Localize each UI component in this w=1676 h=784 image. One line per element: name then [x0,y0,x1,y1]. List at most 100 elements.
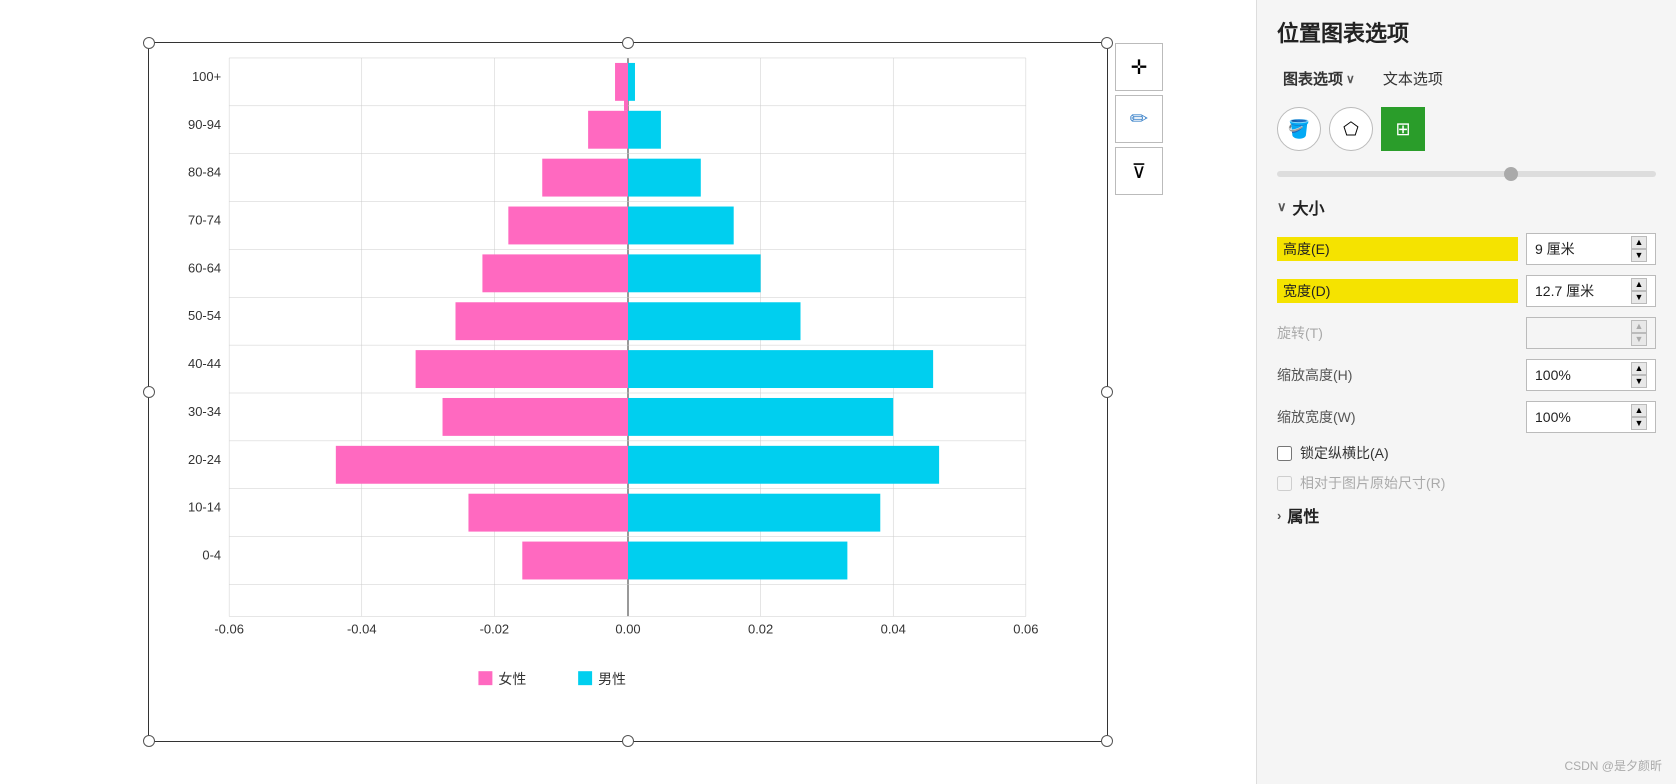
handle-tc[interactable] [622,37,634,49]
width-down-button[interactable]: ▼ [1631,291,1647,304]
handle-bl[interactable] [143,735,155,747]
rotation-row: 旋转(T) ▲ ▼ [1277,317,1656,349]
plus-icon: ✛ [1131,55,1148,80]
rotation-up-button[interactable]: ▲ [1631,320,1647,333]
chart-container: ✛ ✏ ⊽ [148,42,1108,742]
grid-layout-button[interactable]: ⊞ [1381,107,1425,151]
scale-width-value: 100% [1535,409,1627,425]
scale-width-up-button[interactable]: ▲ [1631,404,1647,417]
height-label: 高度(E) [1277,237,1518,261]
svg-text:70-74: 70-74 [188,212,221,227]
relative-size-row: 相对于图片原始尺寸(R) [1277,473,1656,493]
svg-text:0-4: 0-4 [202,548,221,563]
rotation-spinners: ▲ ▼ [1631,320,1647,346]
height-down-button[interactable]: ▼ [1631,249,1647,262]
svg-text:-0.02: -0.02 [480,621,510,636]
svg-text:女性: 女性 [498,671,526,687]
scale-width-value-box[interactable]: 100% ▲ ▼ [1526,401,1656,433]
width-value: 12.7 厘米 [1535,281,1627,301]
lock-ratio-checkbox[interactable] [1277,446,1292,461]
svg-text:0.00: 0.00 [615,621,640,636]
tab-row: 图表选项 ∨ 文本选项 [1277,64,1656,93]
handle-tl[interactable] [143,37,155,49]
svg-text:0.06: 0.06 [1013,621,1038,636]
brush-icon: ✏ [1130,106,1148,132]
svg-text:40-44: 40-44 [188,356,221,371]
height-value: 9 厘米 [1535,239,1627,259]
svg-text:20-24: 20-24 [188,452,221,467]
height-spinners: ▲ ▼ [1631,236,1647,262]
rotation-down-button[interactable]: ▼ [1631,333,1647,346]
left-panel: ✛ ✏ ⊽ [0,0,1256,784]
scale-height-value-box[interactable]: 100% ▲ ▼ [1526,359,1656,391]
handle-ml[interactable] [143,386,155,398]
svg-text:80-84: 80-84 [188,165,221,180]
relative-size-checkbox[interactable] [1277,476,1292,491]
svg-text:60-64: 60-64 [188,260,221,275]
watermark: CSDN @是夕颜昕 [1564,757,1662,774]
svg-text:30-34: 30-34 [188,404,221,419]
svg-text:0.02: 0.02 [748,621,773,636]
panel-title: 位置图表选项 [1277,16,1656,48]
size-section-header: ∨ 大小 [1277,195,1656,219]
height-up-button[interactable]: ▲ [1631,236,1647,249]
svg-text:90-94: 90-94 [188,117,221,132]
paint-bucket-icon: 🪣 [1288,119,1310,140]
size-section-arrow: ∨ [1277,199,1287,215]
svg-text:100+: 100+ [192,69,221,84]
handle-tr[interactable] [1101,37,1113,49]
height-row: 高度(E) 9 厘米 ▲ ▼ [1277,233,1656,265]
rotation-label: 旋转(T) [1277,323,1518,343]
attributes-section-header[interactable]: › 属性 [1277,503,1656,527]
scale-width-spinners: ▲ ▼ [1631,404,1647,430]
scale-height-row: 缩放高度(H) 100% ▲ ▼ [1277,359,1656,391]
filter-icon: ⊽ [1132,159,1147,184]
scale-height-up-button[interactable]: ▲ [1631,362,1647,375]
tab-chart-options[interactable]: 图表选项 ∨ [1277,64,1361,93]
svg-text:-0.04: -0.04 [347,621,377,636]
scale-height-down-button[interactable]: ▼ [1631,375,1647,388]
relative-size-label: 相对于图片原始尺寸(R) [1300,473,1445,493]
svg-text:10-14: 10-14 [188,500,221,515]
width-row: 宽度(D) 12.7 厘米 ▲ ▼ [1277,275,1656,307]
width-up-button[interactable]: ▲ [1631,278,1647,291]
scale-width-label: 缩放宽度(W) [1277,407,1518,427]
slider-track [1277,171,1656,177]
rotation-value-box[interactable]: ▲ ▼ [1526,317,1656,349]
size-section-label: 大小 [1293,195,1325,219]
scale-width-down-button[interactable]: ▼ [1631,417,1647,430]
pentagon-icon: ⬠ [1343,119,1359,140]
grid-icon: ⊞ [1395,119,1410,140]
width-label: 宽度(D) [1277,279,1518,303]
population-pyramid-chart: 100+ 90-94 80-84 70-74 60-64 50-54 40-44… [149,43,1107,741]
brush-button[interactable]: ✏ [1115,95,1163,143]
scale-width-row: 缩放宽度(W) 100% ▲ ▼ [1277,401,1656,433]
right-panel: 位置图表选项 图表选项 ∨ 文本选项 🪣 ⬠ ⊞ ∨ 大小 高度(E) [1256,0,1676,784]
paint-bucket-button[interactable]: 🪣 [1277,107,1321,151]
pentagon-button[interactable]: ⬠ [1329,107,1373,151]
handle-bc[interactable] [622,735,634,747]
attributes-arrow: › [1277,508,1281,523]
scale-height-value: 100% [1535,367,1627,383]
slider-thumb[interactable] [1504,167,1518,181]
attributes-label: 属性 [1287,503,1319,527]
svg-text:50-54: 50-54 [188,308,221,323]
svg-text:-0.06: -0.06 [214,621,244,636]
width-value-box[interactable]: 12.7 厘米 ▲ ▼ [1526,275,1656,307]
filter-button[interactable]: ⊽ [1115,147,1163,195]
lock-ratio-label[interactable]: 锁定纵横比(A) [1300,443,1389,463]
svg-text:0.04: 0.04 [881,621,906,636]
icon-row: 🪣 ⬠ ⊞ [1277,107,1656,151]
svg-text:男性: 男性 [598,671,626,687]
handle-br[interactable] [1101,735,1113,747]
slider-row [1277,171,1656,177]
add-element-button[interactable]: ✛ [1115,43,1163,91]
chart-toolbar: ✛ ✏ ⊽ [1115,43,1163,195]
height-value-box[interactable]: 9 厘米 ▲ ▼ [1526,233,1656,265]
tab-text-options[interactable]: 文本选项 [1377,64,1449,93]
scale-height-label: 缩放高度(H) [1277,365,1518,385]
width-spinners: ▲ ▼ [1631,278,1647,304]
handle-mr[interactable] [1101,386,1113,398]
lock-ratio-row: 锁定纵横比(A) [1277,443,1656,463]
scale-height-spinners: ▲ ▼ [1631,362,1647,388]
